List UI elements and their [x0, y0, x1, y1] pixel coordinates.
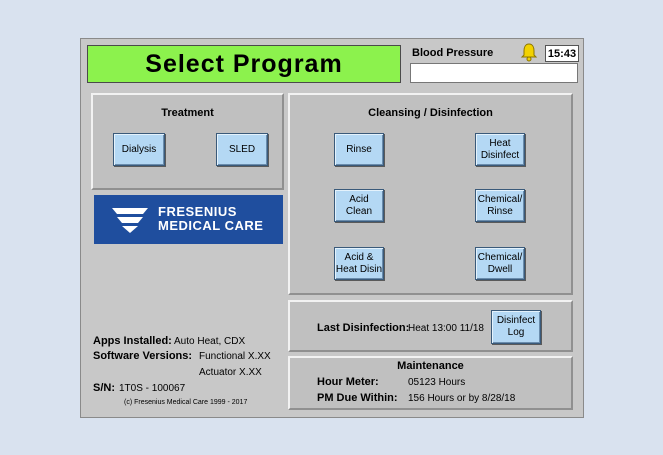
disinfect-log-button[interactable]: Disinfect Log: [491, 310, 541, 344]
cleansing-panel: Cleansing / Disinfection Rinse Heat Disi…: [288, 93, 573, 295]
acid-clean-button[interactable]: Acid Clean: [334, 189, 384, 222]
software-versions-label: Software Versions:: [93, 350, 193, 362]
apps-installed-value: Auto Heat, CDX: [174, 336, 246, 347]
treatment-title: Treatment: [161, 107, 214, 119]
bell-icon[interactable]: [519, 42, 539, 62]
rinse-button[interactable]: Rinse: [334, 133, 384, 166]
logo-text: FRESENIUS MEDICAL CARE: [158, 205, 263, 233]
acid-heat-disin-button-label: Acid & Heat Disin: [335, 251, 383, 275]
disinfect-log-button-label: Disinfect Log: [496, 315, 536, 338]
logo-line-1: FRESENIUS: [158, 204, 237, 219]
fresenius-mark-icon: [112, 208, 148, 233]
treatment-panel: Treatment Dialysis SLED: [91, 93, 284, 190]
last-disinfection-label: Last Disinfection:: [317, 322, 410, 334]
dialysis-button-label: Dialysis: [121, 143, 157, 155]
chemical-dwell-button[interactable]: Chemical/ Dwell: [475, 247, 525, 280]
blood-pressure-field[interactable]: [410, 63, 578, 83]
logo-line-2: MEDICAL CARE: [158, 218, 264, 233]
cleansing-title: Cleansing / Disinfection: [368, 107, 493, 119]
page-title: Select Program: [145, 49, 343, 78]
hour-meter-label: Hour Meter:: [317, 376, 379, 388]
title-banner: Select Program: [87, 45, 401, 83]
rinse-button-label: Rinse: [346, 143, 372, 155]
copyright-text: (c) Fresenius Medical Care 1999 - 2017: [124, 399, 248, 406]
chemical-rinse-button[interactable]: Chemical/ Rinse: [475, 189, 525, 222]
chemical-rinse-button-label: Chemical/ Rinse: [477, 193, 523, 217]
maintenance-panel: Maintenance Hour Meter: 05123 Hours PM D…: [288, 356, 573, 410]
acid-heat-disin-button[interactable]: Acid & Heat Disin: [334, 247, 384, 280]
clock-display: 15:43: [545, 45, 579, 62]
acid-clean-button-label: Acid Clean: [345, 193, 373, 217]
chemical-dwell-button-label: Chemical/ Dwell: [477, 251, 523, 275]
dialysis-button[interactable]: Dialysis: [113, 133, 165, 166]
serial-number-label: S/N:: [93, 382, 115, 394]
sled-button-label: SLED: [228, 143, 256, 155]
apps-installed-label: Apps Installed:: [93, 335, 172, 347]
heat-disinfect-button-label: Heat Disinfect: [480, 137, 520, 161]
pm-due-value: 156 Hours or by 8/28/18: [408, 393, 516, 404]
maintenance-title: Maintenance: [397, 360, 464, 372]
last-disinfection-value: Heat 13:00 11/18: [408, 323, 484, 334]
hour-meter-value: 05123 Hours: [408, 377, 466, 388]
blood-pressure-label: Blood Pressure: [412, 47, 494, 59]
heat-disinfect-button[interactable]: Heat Disinfect: [475, 133, 525, 166]
machine-screen: Select Program Blood Pressure 15:43 Trea…: [80, 38, 584, 418]
serial-number-value: 1T0S - 100067: [119, 383, 186, 394]
sled-button[interactable]: SLED: [216, 133, 268, 166]
software-version-functional: Functional X.XX: [199, 351, 271, 362]
last-disinfection-panel: Last Disinfection: Heat 13:00 11/18 Disi…: [288, 300, 573, 352]
pm-due-label: PM Due Within:: [317, 392, 398, 404]
fresenius-logo: FRESENIUS MEDICAL CARE: [94, 195, 283, 244]
software-version-actuator: Actuator X.XX: [199, 367, 262, 378]
